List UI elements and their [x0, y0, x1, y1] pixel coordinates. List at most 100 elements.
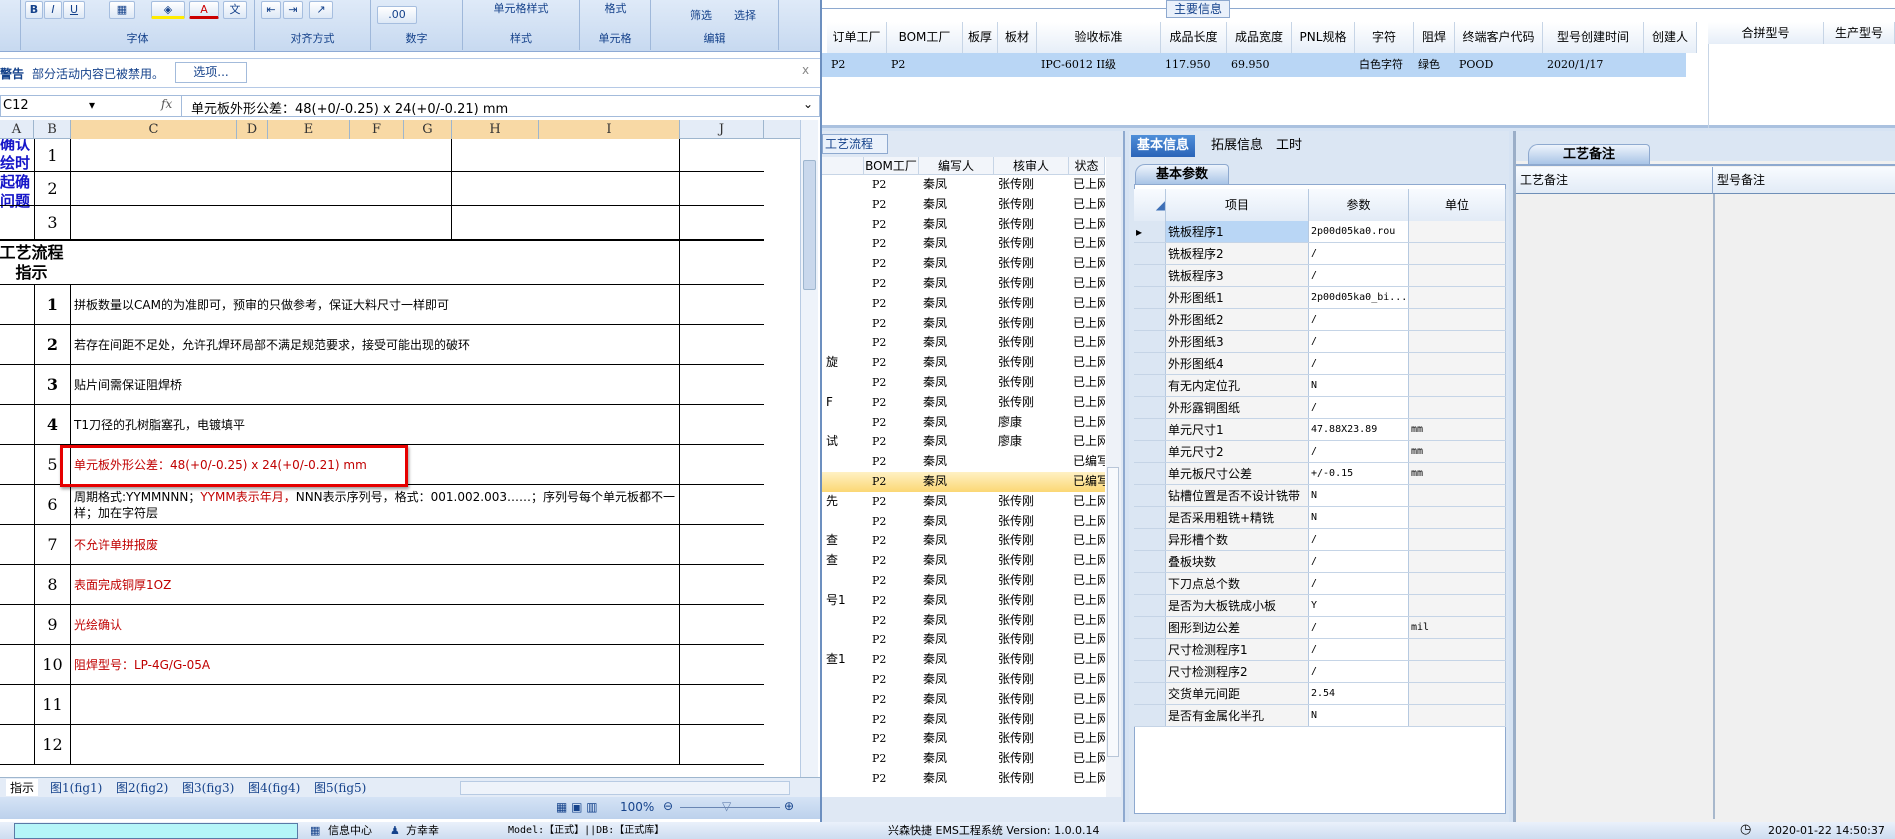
params-cell[interactable]: N — [1309, 705, 1409, 726]
process-row[interactable]: 旋 P2 秦凤 张传刚 已上网 — [822, 353, 1105, 373]
sheet-tab[interactable]: 图3(fig3) — [182, 779, 234, 796]
params-row[interactable]: 单元尺寸1 47.88X23.89 mm — [1134, 419, 1506, 441]
row-selector[interactable] — [1134, 397, 1166, 418]
params-row[interactable]: 单元板尺寸公差 +/-0.15 mm — [1134, 463, 1506, 485]
process-row[interactable]: P2 秦凤 张传刚 已上网 — [822, 749, 1105, 769]
params-row[interactable]: 叠板块数 / — [1134, 551, 1506, 573]
main-info-header[interactable]: 验收标准 — [1037, 22, 1161, 53]
row-selector[interactable] — [1134, 573, 1166, 594]
confirm-cell[interactable] — [71, 206, 452, 239]
params-row[interactable]: 铣板程序2/ — [1134, 243, 1506, 265]
name-box[interactable]: C12 — [3, 98, 29, 113]
main-info-cell[interactable]: POOD — [1455, 53, 1543, 77]
decrease-indent-button[interactable]: ⇤ — [261, 1, 281, 19]
column-header-j[interactable]: J — [680, 120, 764, 139]
row-selector[interactable] — [1134, 309, 1166, 330]
main-info-header[interactable]: 终端客户代码 — [1455, 22, 1543, 53]
confirm-cell[interactable] — [71, 172, 452, 205]
params-cell[interactable]: 2.54 — [1309, 683, 1409, 704]
view-buttons[interactable]: ▦ ▣ ▥ — [556, 800, 598, 814]
side-header[interactable]: 生产型号 — [1824, 22, 1895, 44]
row-selector[interactable] — [1134, 353, 1166, 374]
main-info-header[interactable]: 订单工厂 — [827, 22, 887, 53]
row-selector[interactable] — [1134, 661, 1166, 682]
horizontal-scrollbar[interactable] — [460, 781, 790, 795]
confirm-cell[interactable] — [71, 139, 452, 171]
params-row[interactable]: 外形露铜图纸 / — [1134, 397, 1506, 419]
process-header[interactable] — [822, 157, 864, 175]
row-selector[interactable] — [1134, 551, 1166, 572]
worksheet-grid[interactable]: 确认 绘时 起确 问题 1 2 3 工艺流程 指示 1 拼板数量以CAM的为准即可，预审的只… — [0, 139, 800, 777]
sheet-tab[interactable]: 图2(fig2) — [116, 779, 168, 796]
params-cell[interactable]: / — [1309, 331, 1409, 352]
row-selector[interactable] — [1134, 485, 1166, 506]
row-selector[interactable] — [1134, 441, 1166, 462]
row-selector[interactable] — [1134, 507, 1166, 528]
sheet-tab[interactable]: 图5(fig5) — [314, 779, 366, 796]
main-info-cell[interactable]: 2020/1/17 — [1543, 53, 1644, 77]
vertical-scrollbar[interactable] — [800, 120, 818, 777]
params-row[interactable]: 外形图纸3/ — [1134, 331, 1506, 353]
instruction-cell[interactable]: 贴片间需保证阻焊桥 — [71, 365, 680, 404]
main-info-cell[interactable]: 69.950 — [1227, 53, 1292, 77]
row-selector[interactable] — [1134, 287, 1166, 308]
scroll-thumb[interactable] — [1107, 467, 1119, 757]
params-cell[interactable]: +/-0.15 — [1309, 463, 1409, 484]
params-row[interactable]: 有无内定位孔 N — [1134, 375, 1506, 397]
main-info-header[interactable]: 板厚 — [963, 22, 998, 53]
params-row[interactable]: 是否为大板铣成小板 Y — [1134, 595, 1506, 617]
process-row[interactable]: P2 秦凤 已编写 — [822, 472, 1105, 492]
formula-input[interactable]: 单元板外形公差：48(+0/-0.25) x 24(+0/-0.21) mm — [191, 98, 508, 117]
process-row[interactable]: P2 秦凤 张传刚 已上网 — [822, 710, 1105, 730]
process-row[interactable]: 试 P2 秦凤 廖康 已上网 — [822, 432, 1105, 452]
params-cell[interactable]: 2p00d05ka0_bi... — [1309, 287, 1409, 308]
sheet-tab[interactable]: 指示 — [6, 779, 39, 796]
params-header[interactable]: 参数 — [1309, 189, 1409, 221]
row-selector[interactable] — [1134, 331, 1166, 352]
params-cell[interactable]: Y — [1309, 595, 1409, 616]
main-info-header[interactable]: BOM工厂 — [887, 22, 963, 53]
params-row[interactable]: 钻槽位置是否不设计铣带 N — [1134, 485, 1506, 507]
params-row[interactable]: 外形图纸4/ — [1134, 353, 1506, 375]
instruction-cell[interactable] — [71, 685, 680, 724]
process-row[interactable]: P2 秦凤 张传刚 已上网 — [822, 294, 1105, 314]
process-header[interactable]: 核审人 — [994, 157, 1069, 175]
process-row[interactable]: P2 秦凤 张传刚 已上网 — [822, 215, 1105, 235]
row-selector[interactable] — [1134, 419, 1166, 440]
params-cell[interactable]: / — [1309, 397, 1409, 418]
confirm-cell[interactable] — [452, 139, 680, 171]
process-header[interactable]: 状态 — [1069, 157, 1105, 175]
params-cell[interactable]: / — [1309, 353, 1409, 374]
row-selector-header[interactable]: ◢ — [1134, 189, 1166, 221]
main-info-cell[interactable] — [1644, 53, 1697, 77]
sheet-tab[interactable]: 图4(fig4) — [248, 779, 300, 796]
confirm-cell[interactable] — [452, 172, 680, 205]
process-row[interactable]: P2 秦凤 张传刚 已上网 — [822, 373, 1105, 393]
process-row[interactable]: 查 P2 秦凤 张传刚 已上网 — [822, 531, 1105, 551]
select-button[interactable]: 选择 — [725, 8, 765, 26]
process-scrollbar[interactable] — [1106, 157, 1121, 797]
row-selector[interactable] — [1134, 375, 1166, 396]
main-info-cell[interactable] — [1292, 53, 1355, 77]
process-header[interactable]: 编写人 — [919, 157, 994, 175]
main-info-header[interactable]: 型号创建时间 — [1543, 22, 1644, 53]
params-cell[interactable]: / — [1309, 441, 1409, 462]
row-selector[interactable] — [1134, 529, 1166, 550]
main-info-cell[interactable]: 绿色 — [1414, 53, 1455, 77]
column-header-g[interactable]: G — [404, 120, 452, 139]
column-header-a[interactable]: A — [0, 120, 34, 139]
process-row[interactable]: P2 秦凤 张传刚 已上网 — [822, 611, 1105, 631]
format-button[interactable]: 格式 — [588, 1, 643, 19]
column-header-b[interactable]: B — [34, 120, 71, 139]
params-header[interactable]: 单位 — [1409, 189, 1506, 221]
phonetic-button[interactable]: 文 — [223, 1, 247, 19]
process-row[interactable]: P2 秦凤 张传刚 已上网 — [822, 630, 1105, 650]
cell-styles-button[interactable]: 单元格样式 — [471, 1, 571, 19]
fx-icon[interactable]: fx — [161, 97, 172, 111]
model-remarks-input[interactable] — [1716, 195, 1895, 817]
name-box-dropdown-icon[interactable]: ▾ — [89, 98, 95, 112]
params-cell[interactable]: / — [1309, 639, 1409, 660]
process-row[interactable]: 查1 P2 秦凤 张传刚 已上网 — [822, 650, 1105, 670]
info-center-link[interactable]: 信息中心 — [328, 822, 372, 839]
scroll-thumb[interactable] — [803, 160, 816, 290]
